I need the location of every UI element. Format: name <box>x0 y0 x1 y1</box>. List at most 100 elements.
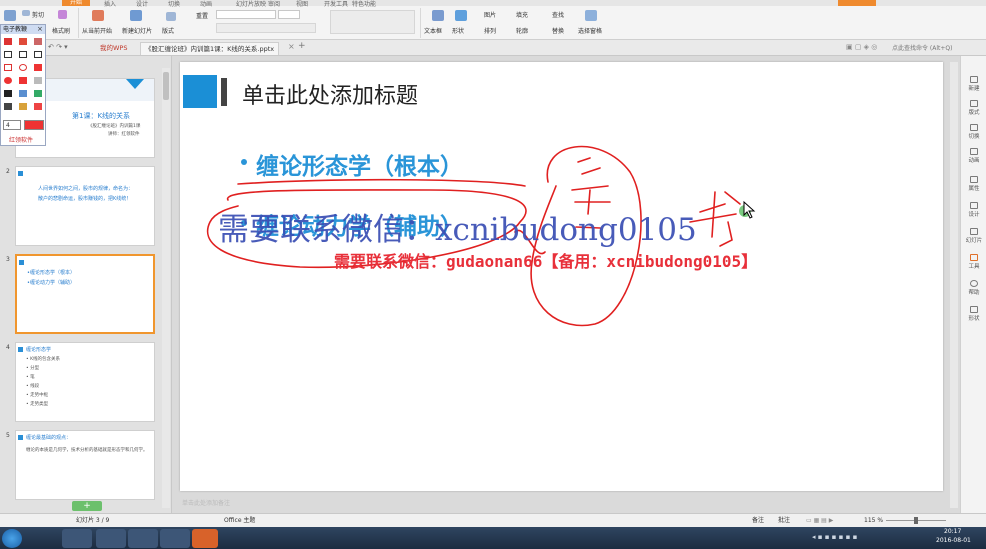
textbox-button[interactable]: 文本框 <box>424 26 442 35</box>
close-icon[interactable]: × <box>37 25 43 33</box>
ellipse-icon[interactable] <box>19 64 27 71</box>
font-size-dropdown[interactable] <box>278 10 300 19</box>
format-painter-button[interactable]: 格式刷 <box>52 26 70 35</box>
layout-icon[interactable] <box>166 12 176 21</box>
new-tab-icon[interactable]: + <box>298 41 306 51</box>
panel-label: 工具 <box>968 264 980 270</box>
color-picker[interactable] <box>24 120 44 130</box>
thumbnail-scrollbar-handle[interactable] <box>163 72 169 100</box>
fill-button[interactable]: 填充 <box>516 10 528 19</box>
notes-placeholder[interactable]: 单击此处添加备注 <box>180 497 943 511</box>
ribbon-tab-6[interactable]: 视图 <box>296 0 308 8</box>
taskbar-app-pen[interactable] <box>62 529 92 548</box>
textbox-icon[interactable] <box>432 10 444 21</box>
taskbar-app-tool[interactable] <box>128 529 158 548</box>
taskbar-app-wps[interactable] <box>192 529 218 548</box>
line-width-select[interactable]: 4 <box>3 120 21 130</box>
close-tab-icon[interactable]: × <box>288 42 295 51</box>
tray-icons[interactable]: ◂ ▪ ▪ ▪ ▪ ▪ ▪ <box>812 533 857 541</box>
ribbon-tab-2[interactable]: 切换 <box>168 0 180 8</box>
save-icon[interactable] <box>4 103 12 110</box>
panel-transition[interactable]: 切换 <box>961 124 986 140</box>
quick-access-toolbar[interactable]: ↶ ↷ ▾ <box>48 43 68 51</box>
filled-ellipse-icon[interactable] <box>4 77 12 84</box>
panel-properties[interactable]: 属性 <box>961 176 986 192</box>
comments-toggle[interactable]: 批注 <box>778 514 790 527</box>
outline-button[interactable]: 轮廓 <box>516 26 528 35</box>
rectangle-outline-icon[interactable] <box>4 64 12 71</box>
add-slide-button[interactable]: + <box>72 501 102 511</box>
blackboard-icon[interactable] <box>4 90 12 97</box>
ribbon-tab-5[interactable]: 审阅 <box>268 0 280 8</box>
marker-icon[interactable] <box>19 38 27 45</box>
open-icon[interactable] <box>19 103 27 110</box>
tab-current-document[interactable]: 《股汇缠论班》内训篇1课：K线的关系.pptx <box>140 42 280 55</box>
line-icon[interactable] <box>4 51 12 58</box>
ribbon-tab-4[interactable]: 幻灯片放映 <box>236 0 266 8</box>
select-pane-icon[interactable] <box>585 10 597 21</box>
pen-icon[interactable] <box>4 38 12 45</box>
font-name-dropdown[interactable] <box>216 10 276 19</box>
ribbon-tab-0[interactable]: 插入 <box>104 0 116 8</box>
find-button[interactable]: 查找 <box>552 10 564 19</box>
thumbnail-scrollbar[interactable] <box>162 68 170 508</box>
panel-design[interactable]: 设计 <box>961 202 986 218</box>
slide-thumbnail-4[interactable]: 缠论形态学 • K线的包含关系 • 分型 • 笔 • 线段 • 走势中枢 • 走… <box>15 342 155 422</box>
taskbar-app-browser[interactable] <box>96 529 126 548</box>
play-icon[interactable] <box>92 10 104 21</box>
eraser-icon[interactable] <box>34 77 42 84</box>
panel-slides[interactable]: 幻灯片 <box>961 228 986 244</box>
ribbon-tab-3[interactable]: 动画 <box>200 0 212 8</box>
paragraph-toolbar[interactable] <box>330 10 415 34</box>
thumb-title: 缠论最基础的观点： <box>26 435 72 441</box>
select-pane-button[interactable]: 选择窗格 <box>578 26 602 35</box>
new-slide-icon[interactable] <box>130 10 142 21</box>
panel-new[interactable]: 新建 <box>961 76 986 92</box>
screenshot-icon[interactable] <box>19 90 27 97</box>
start-button[interactable] <box>2 529 22 548</box>
new-slide-button[interactable]: 新建幻灯片 <box>122 26 152 35</box>
tab-my-wps[interactable]: 我的WPS <box>96 42 131 55</box>
scissors-icon[interactable] <box>22 10 30 16</box>
highlighter-icon[interactable] <box>34 38 42 45</box>
picture-button[interactable]: 图片 <box>484 10 496 19</box>
play-from-current-button[interactable]: 从当前开始 <box>82 26 112 35</box>
reset-button[interactable]: 重置 <box>196 11 208 20</box>
slide-thumbnail-3[interactable]: •缠论形态学（根本） •缠论动力学（辅助） <box>15 254 155 334</box>
notes-toggle[interactable]: 备注 <box>752 514 764 527</box>
format-painter-icon[interactable] <box>58 10 67 19</box>
window-tools-icons[interactable]: ▣ ▢ ◈ ◎ <box>846 43 877 51</box>
tab-home[interactable]: 开始 <box>62 0 90 6</box>
panel-animation[interactable]: 动画 <box>961 148 986 164</box>
rectangle-icon[interactable] <box>34 51 42 58</box>
taskbar-app-recorder[interactable] <box>160 529 190 548</box>
zoom-level[interactable]: 115 % <box>864 514 883 527</box>
layout-button[interactable]: 版式 <box>162 26 174 35</box>
slide-thumbnail-2[interactable]: 人间世界如何之间，股市的规律，命名为： 散户的悲剧命运，股市赚钱的，把K线统！ <box>15 166 155 246</box>
panel-help[interactable]: 帮助 <box>961 280 986 296</box>
text-icon[interactable] <box>19 77 27 84</box>
slide-scrollbar[interactable] <box>950 62 958 508</box>
ribbon-tab-8[interactable]: 特色功能 <box>352 0 376 8</box>
font-format-toolbar[interactable] <box>216 23 316 33</box>
view-buttons[interactable]: ▭ ▦ ▤ ▶ <box>806 514 833 527</box>
filled-rectangle-icon[interactable] <box>34 64 42 71</box>
zoom-icon[interactable] <box>34 90 42 97</box>
cut-button[interactable]: 剪切 <box>32 10 44 19</box>
arrow-icon[interactable] <box>19 51 27 58</box>
panel-tools[interactable]: 工具 <box>961 254 986 270</box>
slide-thumbnail-5[interactable]: 缠论最基础的观点： 缠论的本质是几何学，技术分析的基础就是形态学和几何学。 <box>15 430 155 500</box>
panel-shapes[interactable]: 形状 <box>961 306 986 322</box>
panel-layout[interactable]: 版式 <box>961 100 986 116</box>
account-button[interactable] <box>838 0 876 6</box>
ribbon-tab-1[interactable]: 设计 <box>136 0 148 8</box>
paste-icon[interactable] <box>4 10 16 21</box>
shapes-button[interactable]: 形状 <box>452 26 464 35</box>
clear-icon[interactable] <box>34 103 42 110</box>
search-command[interactable]: 点此查找命令 (Alt+Q) <box>892 43 952 52</box>
replace-button[interactable]: 替换 <box>552 26 564 35</box>
ribbon-tab-7[interactable]: 开发工具 <box>324 0 348 8</box>
zoom-slider-handle[interactable] <box>914 517 918 524</box>
shapes-icon[interactable] <box>455 10 467 21</box>
arrange-button[interactable]: 排列 <box>484 26 496 35</box>
